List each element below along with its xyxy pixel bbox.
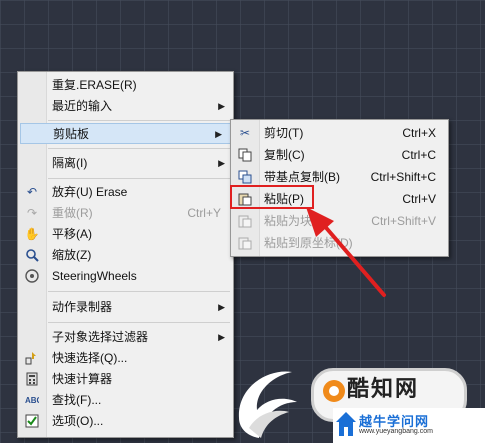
menu-item-label: 剪切(T): [264, 126, 304, 140]
menu-item-pan[interactable]: ✋ 平移(A): [18, 224, 233, 245]
menu-item-label: SteeringWheels: [52, 269, 137, 283]
menu-item-label: 子对象选择过滤器: [52, 330, 149, 344]
menu-item-recent-input[interactable]: 最近的输入 ▶: [18, 96, 233, 117]
menu-separator: [48, 291, 230, 292]
steering-wheel-icon: [24, 269, 40, 284]
menu-item-steeringwheels[interactable]: SteeringWheels: [18, 266, 233, 287]
menu-item-label: 快速计算器: [52, 372, 113, 386]
options-check-icon: [24, 414, 40, 429]
pan-hand-icon: ✋: [24, 227, 40, 241]
menu-item-cut[interactable]: ✂ 剪切(T) Ctrl+X: [231, 123, 448, 144]
annotation-arrow-icon: [306, 207, 386, 297]
submenu-arrow-icon: ▶: [215, 129, 222, 139]
menu-item-options[interactable]: 选项(O)...: [18, 411, 233, 432]
menu-item-find[interactable]: ABC 查找(F)...: [18, 390, 233, 411]
paste-original-icon: [237, 236, 253, 251]
menu-item-label: 快速选择(Q)...: [52, 351, 128, 365]
menu-item-label: 放弃(U) Erase: [52, 185, 128, 199]
menu-item-repeat-erase[interactable]: 重复.ERASE(R): [18, 75, 233, 96]
context-menu: 重复.ERASE(R) 最近的输入 ▶ 剪贴板 ▶ 隔离(I) ▶ ↶ 放弃(U…: [17, 71, 234, 438]
submenu-arrow-icon: ▶: [218, 101, 225, 111]
menu-item-label: 剪贴板: [53, 127, 90, 141]
svg-text:ABC: ABC: [25, 396, 39, 405]
zoom-icon: [24, 248, 40, 263]
menu-item-label: 重复.ERASE(R): [52, 78, 137, 92]
watermark-house-icon: [336, 412, 356, 436]
watermark-badge-text: 酷知网: [347, 376, 420, 401]
menu-item-shortcut: Ctrl+C: [401, 148, 436, 162]
menu-item-undo[interactable]: ↶ 放弃(U) Erase: [18, 182, 233, 203]
menu-item-subobject-filter[interactable]: 子对象选择过滤器 ▶: [18, 327, 233, 348]
menu-item-shortcut: Ctrl+V: [402, 192, 436, 206]
submenu-arrow-icon: ▶: [218, 158, 225, 168]
menu-item-label: 动作录制器: [52, 300, 113, 314]
menu-item-label: 复制(C): [264, 148, 305, 162]
watermark-logo-icon: [238, 371, 297, 438]
submenu-arrow-icon: ▶: [218, 302, 225, 312]
menu-item-quick-select[interactable]: 快速选择(Q)...: [18, 348, 233, 369]
menu-item-label: 隔离(I): [52, 156, 88, 170]
redo-icon: ↷: [26, 206, 38, 220]
calculator-icon: [24, 372, 40, 387]
menu-item-label: 平移(A): [52, 227, 92, 241]
watermark-url: www.yueyangbang.com: [359, 428, 433, 435]
menu-separator: [48, 178, 230, 179]
menu-separator: [48, 148, 230, 149]
menu-item-shortcut: Ctrl+Shift+C: [370, 170, 436, 184]
watermark: 酷知网 越牛学问网 www.yueyangbang.com: [227, 358, 485, 443]
menu-item-label: 选项(O)...: [52, 414, 104, 428]
menu-item-clipboard[interactable]: 剪贴板 ▶: [20, 123, 231, 144]
copy-icon: [237, 148, 253, 163]
menu-item-label: 缩放(Z): [52, 248, 92, 262]
menu-item-shortcut: Ctrl+X: [402, 126, 436, 140]
submenu-arrow-icon: ▶: [218, 332, 225, 342]
watermark-circle-icon: [323, 380, 345, 402]
menu-item-quick-calc[interactable]: 快速计算器: [18, 369, 233, 390]
menu-item-isolate[interactable]: 隔离(I) ▶: [18, 153, 233, 174]
menu-item-copy[interactable]: 复制(C) Ctrl+C: [231, 145, 448, 166]
menu-separator: [48, 322, 230, 323]
menu-separator: [48, 120, 230, 121]
scissors-icon: ✂: [239, 126, 251, 140]
menu-item-label: 查找(F)...: [52, 393, 102, 407]
menu-item-redo[interactable]: ↷ 重做(R) Ctrl+Y: [18, 203, 233, 224]
paste-block-icon: [237, 214, 253, 229]
find-icon: ABC: [24, 393, 43, 408]
menu-item-action-recorder[interactable]: 动作录制器 ▶: [18, 297, 233, 318]
copy-base-point-icon: [237, 170, 253, 185]
quick-select-icon: [24, 351, 40, 366]
undo-icon: ↶: [26, 185, 38, 199]
menu-item-zoom[interactable]: 缩放(Z): [18, 245, 233, 266]
menu-item-label: 重做(R): [52, 206, 93, 220]
menu-item-shortcut: Ctrl+Y: [187, 206, 221, 220]
menu-item-label: 最近的输入: [52, 99, 113, 113]
